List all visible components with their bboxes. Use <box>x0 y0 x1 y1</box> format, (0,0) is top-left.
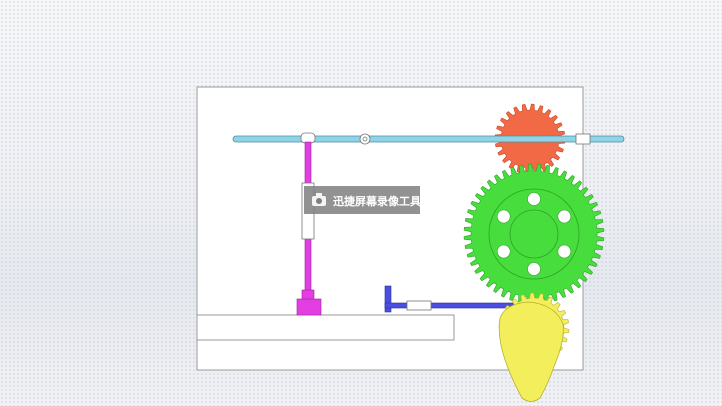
watermark-text: 迅捷屏幕录像工具 <box>333 194 421 208</box>
watermark: 迅捷屏幕录像工具 <box>304 186 421 214</box>
base-block <box>196 314 455 341</box>
green-gear-hole <box>496 244 511 259</box>
bar-center-pin <box>359 133 371 145</box>
yellow-cam <box>498 301 564 402</box>
green-gear-hole <box>527 262 541 276</box>
lever-slider-block <box>406 300 432 311</box>
green-gear-hub <box>509 209 559 259</box>
green-gear-hole <box>557 244 572 259</box>
bar-joint <box>300 132 316 144</box>
green-gear-hole <box>557 209 572 224</box>
rod-foot-top <box>301 289 315 301</box>
green-gear-hole <box>496 209 511 224</box>
bar-slider-block <box>575 133 591 145</box>
mechanism-diagram: 迅捷屏幕录像工具 <box>196 86 625 402</box>
green-gear-hole <box>527 192 541 206</box>
rod-foot-base <box>296 298 322 316</box>
